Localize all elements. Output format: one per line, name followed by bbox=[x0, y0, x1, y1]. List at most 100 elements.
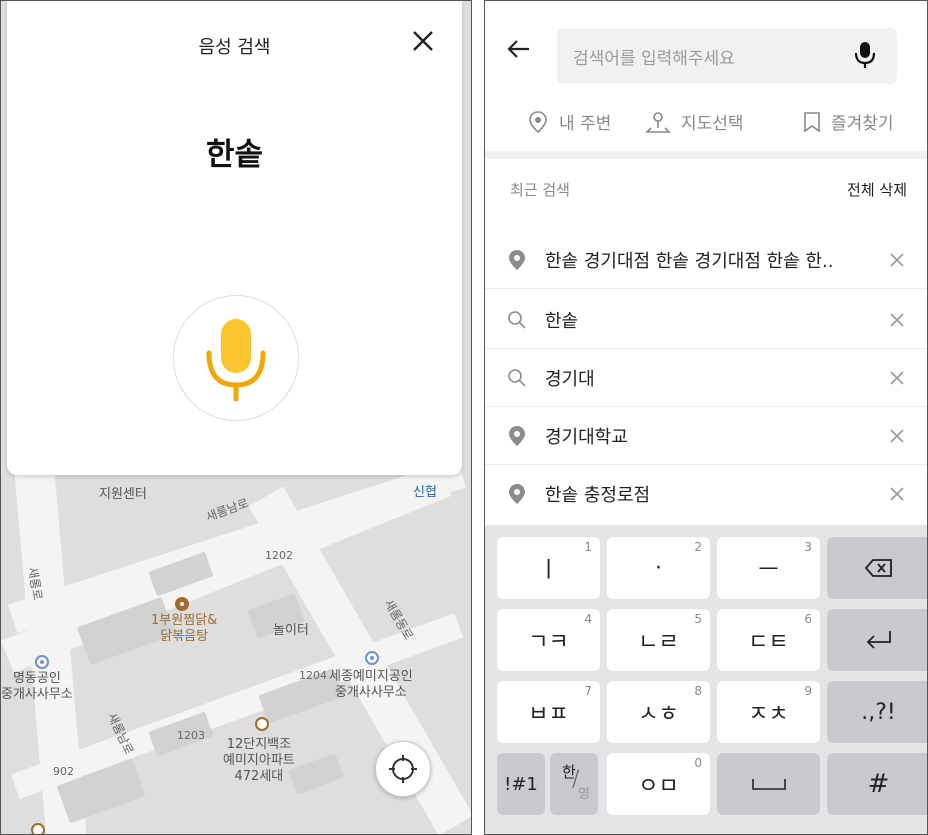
key-label: .,?! bbox=[861, 699, 896, 725]
apartment-icon[interactable] bbox=[31, 823, 45, 834]
key-d[interactable]: ㄷㅌ 6 bbox=[717, 609, 820, 671]
map-label-apartment[interactable]: 12단지백조 예미지아파트 472세대 bbox=[223, 737, 295, 785]
restaurant-icon[interactable] bbox=[175, 597, 189, 611]
favorites-label: 즐겨찾기 bbox=[831, 114, 894, 134]
delete-history-icon[interactable] bbox=[889, 312, 905, 328]
map-label-myeongdong[interactable]: 명동공인 중개사사무소 bbox=[1, 671, 73, 703]
delete-history-icon[interactable] bbox=[889, 428, 905, 444]
key-label: ㅣ bbox=[538, 558, 559, 583]
current-location-button[interactable] bbox=[375, 741, 431, 797]
close-icon bbox=[413, 31, 433, 51]
delete-history-icon[interactable] bbox=[889, 252, 905, 268]
map-label-shinhyup: 신협 bbox=[413, 485, 437, 500]
key-label: · bbox=[655, 555, 662, 581]
key-label: # bbox=[867, 769, 890, 799]
key-number: 1 bbox=[584, 540, 592, 554]
key-number: 2 bbox=[694, 540, 702, 554]
quick-actions: 내 주변 지도선택 즐겨찾기 bbox=[485, 109, 927, 139]
close-button[interactable] bbox=[407, 25, 439, 57]
search-icon bbox=[508, 369, 526, 387]
nearby-label: 내 주변 bbox=[559, 114, 612, 134]
search-input[interactable]: 검색어를 입력해주세요 bbox=[573, 44, 735, 69]
microphone-icon bbox=[206, 319, 266, 402]
history-text: 한솥 bbox=[545, 311, 579, 332]
history-item[interactable]: 한솥 경기대점 한솥 경기대점 한솥 한.. bbox=[485, 231, 927, 289]
enter-key[interactable] bbox=[827, 609, 927, 671]
map-label-1202: 1202 bbox=[265, 549, 293, 562]
key-i[interactable]: ㅣ1 bbox=[497, 537, 600, 599]
favorites-button[interactable]: 즐겨찾기 bbox=[803, 109, 894, 134]
space-icon bbox=[751, 779, 786, 790]
keyboard: ㅣ1 · 2 ㅡ3 ㄱㅋ 4 ㄴㄹ 5 ㄷㅌ 6 ㅂㅍ 7 ㅅㅎ 8 ㅈㅊ 9 .,?! !#… bbox=[485, 525, 927, 834]
key-eu[interactable]: ㅡ3 bbox=[717, 537, 820, 599]
history-item[interactable]: 한솥 bbox=[485, 291, 927, 349]
backspace-icon bbox=[864, 559, 892, 577]
key-label: ㄴㄹ bbox=[638, 630, 679, 655]
voice-search-sheet: 음성 검색 한솥 bbox=[7, 1, 462, 475]
space-key[interactable] bbox=[717, 753, 820, 815]
enter-icon bbox=[866, 631, 891, 649]
key-label: ㅈㅊ bbox=[748, 702, 789, 727]
map-select-label: 지도선택 bbox=[681, 114, 744, 134]
key-number: 0 bbox=[694, 756, 702, 770]
key-o[interactable]: ㅇㅁ 0 bbox=[607, 753, 710, 815]
key-label: ㅇㅁ bbox=[638, 774, 679, 799]
map-label-road-namro: 새롬남로 bbox=[204, 495, 251, 525]
key-n[interactable]: ㄴㄹ 5 bbox=[607, 609, 710, 671]
key-number: 3 bbox=[804, 540, 812, 554]
delete-history-icon[interactable] bbox=[889, 370, 905, 386]
map-label-road-dongro: 새롬동로 bbox=[381, 597, 416, 643]
key-dot[interactable]: · 2 bbox=[607, 537, 710, 599]
voice-search-title: 음성 검색 bbox=[198, 37, 271, 58]
punctuation-key[interactable]: .,?! bbox=[827, 681, 927, 743]
key-label: !#1 bbox=[504, 773, 538, 795]
history-text: 한솥 충정로점 bbox=[545, 485, 651, 506]
location-pin-icon bbox=[529, 110, 547, 133]
key-number: 7 bbox=[584, 684, 592, 698]
key-label: ㄷㅌ bbox=[748, 630, 789, 655]
apartment-icon[interactable] bbox=[255, 717, 269, 731]
location-pin-icon bbox=[509, 250, 525, 270]
search-icon bbox=[508, 311, 526, 329]
realtor-icon[interactable] bbox=[365, 651, 379, 665]
lang-english: 영 bbox=[578, 787, 590, 802]
symbols-key[interactable]: !#1 bbox=[497, 753, 545, 815]
mic-button[interactable] bbox=[173, 295, 299, 421]
history-item[interactable]: 경기대학교 bbox=[485, 407, 927, 465]
map-label-sejong-yemiji[interactable]: 세종예미지공인 중개사사무소 bbox=[329, 669, 413, 701]
map-label-jiwon: 지원센터 bbox=[99, 487, 147, 502]
history-item[interactable]: 경기대 bbox=[485, 349, 927, 407]
key-label: ㅅㅎ bbox=[638, 702, 679, 727]
microphone-icon[interactable] bbox=[853, 40, 877, 70]
map-label-restaurant[interactable]: 1부원찜닭& 닭볶음탕 bbox=[151, 613, 217, 645]
key-number: 8 bbox=[694, 684, 702, 698]
back-arrow-icon[interactable] bbox=[507, 39, 531, 59]
key-label: ㄱㅋ bbox=[528, 630, 569, 655]
backspace-key[interactable] bbox=[827, 537, 927, 599]
map-select-button[interactable]: 지도선택 bbox=[645, 109, 744, 134]
search-bar[interactable]: 검색어를 입력해주세요 bbox=[557, 28, 897, 84]
key-j[interactable]: ㅈㅊ 9 bbox=[717, 681, 820, 743]
map-person-icon bbox=[645, 111, 671, 133]
crosshair-icon bbox=[389, 755, 417, 783]
history-text: 경기대 bbox=[545, 369, 595, 390]
key-number: 5 bbox=[694, 612, 702, 626]
map-label-1204: 1204 bbox=[299, 669, 327, 682]
history-item[interactable]: 한솥 충정로점 bbox=[485, 465, 927, 523]
hash-key[interactable]: # bbox=[827, 753, 927, 815]
key-number: 9 bbox=[804, 684, 812, 698]
key-b[interactable]: ㅂㅍ 7 bbox=[497, 681, 600, 743]
bookmark-icon bbox=[804, 111, 820, 133]
history-text: 경기대학교 bbox=[545, 427, 628, 448]
key-g[interactable]: ㄱㅋ 4 bbox=[497, 609, 600, 671]
language-toggle-key[interactable]: 한 / 영 bbox=[550, 753, 598, 815]
delete-all-button[interactable]: 전체 삭제 bbox=[847, 179, 907, 200]
delete-history-icon[interactable] bbox=[889, 486, 905, 502]
map-label-902: 902 bbox=[53, 765, 74, 778]
divider bbox=[485, 151, 927, 159]
nearby-button[interactable]: 내 주변 bbox=[527, 109, 611, 134]
key-s[interactable]: ㅅㅎ 8 bbox=[607, 681, 710, 743]
recent-search-heading: 최근 검색 bbox=[510, 181, 570, 199]
key-number: 4 bbox=[584, 612, 592, 626]
realtor-icon[interactable] bbox=[35, 655, 49, 669]
